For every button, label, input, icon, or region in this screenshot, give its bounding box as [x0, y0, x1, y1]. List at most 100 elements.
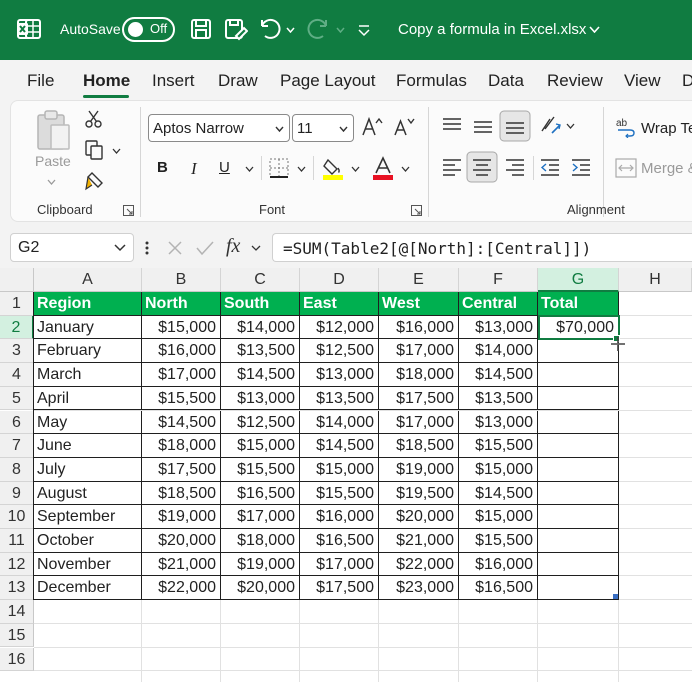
paste-icon[interactable] — [33, 109, 73, 153]
value-cell[interactable]: $12,500 — [300, 339, 379, 364]
top-align-icon[interactable] — [441, 115, 463, 137]
font-color-dropdown-icon[interactable] — [401, 166, 410, 172]
font-launcher-icon[interactable] — [411, 205, 422, 216]
value-cell[interactable]: $18,000 — [142, 434, 221, 458]
value-cell[interactable]: $15,500 — [300, 481, 379, 506]
table-header-cell[interactable]: West — [379, 292, 459, 316]
tab-home[interactable]: Home — [83, 71, 130, 91]
title-dropdown-icon[interactable] — [589, 26, 600, 33]
wrap-text-button[interactable]: Wrap Te — [641, 120, 692, 137]
row-header-15[interactable]: 15 — [0, 623, 34, 648]
value-cell[interactable]: $13,500 — [300, 386, 379, 411]
active-cell-border[interactable] — [538, 314, 620, 341]
cancel-icon[interactable] — [166, 239, 184, 257]
value-cell[interactable]: $17,000 — [221, 505, 300, 529]
redo-dropdown-icon[interactable] — [336, 27, 345, 33]
column-header-e[interactable]: E — [379, 268, 459, 292]
row-header-4[interactable]: 4 — [0, 363, 34, 387]
cut-icon[interactable] — [84, 109, 104, 129]
value-cell[interactable] — [538, 552, 619, 577]
value-cell[interactable]: $17,000 — [379, 339, 459, 364]
value-cell[interactable]: $15,000 — [459, 457, 538, 482]
row-header-2[interactable]: 2 — [0, 315, 34, 340]
table-header-cell[interactable]: Central — [459, 292, 538, 316]
row-header-1[interactable]: 1 — [0, 292, 34, 316]
region-cell[interactable]: July — [34, 457, 142, 482]
select-all-corner[interactable] — [0, 268, 34, 292]
value-cell[interactable]: $15,000 — [459, 505, 538, 529]
tab-page-layout[interactable]: Page Layout — [280, 71, 375, 91]
value-cell[interactable]: $18,000 — [221, 529, 300, 553]
value-cell[interactable]: $14,000 — [221, 315, 300, 340]
column-header-f[interactable]: F — [459, 268, 538, 292]
paste-label[interactable]: Paste — [35, 153, 71, 169]
row-header-14[interactable]: 14 — [0, 600, 34, 624]
italic-button[interactable]: I — [191, 159, 197, 179]
row-header-12[interactable]: 12 — [0, 552, 34, 577]
value-cell[interactable]: $16,000 — [300, 505, 379, 529]
row-header-11[interactable]: 11 — [0, 529, 34, 553]
bottom-align-icon[interactable] — [499, 110, 531, 142]
table-header-cell[interactable]: Region — [34, 292, 142, 316]
fill-color-icon[interactable] — [321, 156, 345, 180]
value-cell[interactable]: $14,500 — [459, 363, 538, 387]
name-box[interactable]: G2 — [10, 233, 134, 262]
value-cell[interactable] — [538, 410, 619, 435]
value-cell[interactable] — [538, 457, 619, 482]
orientation-dropdown-icon[interactable] — [566, 123, 575, 129]
value-cell[interactable]: $13,500 — [221, 339, 300, 364]
customize-toolbar-icon[interactable] — [354, 16, 374, 42]
increase-indent-icon[interactable] — [570, 156, 592, 178]
align-left-icon[interactable] — [441, 156, 463, 178]
value-cell[interactable]: $23,000 — [379, 576, 459, 601]
value-cell[interactable]: $19,500 — [379, 481, 459, 506]
decrease-indent-icon[interactable] — [539, 156, 561, 178]
value-cell[interactable]: $12,000 — [300, 315, 379, 340]
tab-developer[interactable]: D — [682, 71, 692, 91]
redo-icon[interactable] — [306, 16, 332, 42]
column-header-a[interactable]: A — [34, 268, 142, 292]
row-header-10[interactable]: 10 — [0, 505, 34, 529]
region-cell[interactable]: December — [34, 576, 142, 601]
value-cell[interactable] — [538, 576, 619, 601]
column-header-b[interactable]: B — [142, 268, 221, 292]
undo-dropdown-icon[interactable] — [286, 27, 295, 33]
tab-file[interactable]: File — [27, 71, 54, 91]
borders-icon[interactable] — [268, 157, 290, 179]
column-header-d[interactable]: D — [300, 268, 379, 292]
tab-data[interactable]: Data — [488, 71, 524, 91]
value-cell[interactable]: $15,000 — [300, 457, 379, 482]
paste-dropdown-icon[interactable] — [47, 179, 56, 185]
value-cell[interactable] — [538, 363, 619, 387]
value-cell[interactable]: $19,000 — [221, 552, 300, 577]
save-icon[interactable] — [188, 16, 214, 42]
region-cell[interactable]: November — [34, 552, 142, 577]
value-cell[interactable]: $18,500 — [379, 434, 459, 458]
value-cell[interactable]: $14,500 — [300, 434, 379, 458]
value-cell[interactable]: $15,500 — [142, 386, 221, 411]
column-header-h[interactable]: H — [619, 268, 692, 292]
document-title[interactable]: Copy a formula in Excel.xlsx — [398, 21, 586, 38]
value-cell[interactable] — [538, 339, 619, 364]
value-cell[interactable]: $13,000 — [459, 315, 538, 340]
value-cell[interactable]: $15,500 — [459, 434, 538, 458]
autosave-toggle[interactable]: Off — [122, 17, 175, 42]
row-header-5[interactable]: 5 — [0, 386, 34, 411]
font-name-select[interactable]: Aptos Narrow — [148, 114, 290, 142]
value-cell[interactable] — [538, 386, 619, 411]
value-cell[interactable] — [538, 481, 619, 506]
column-header-g[interactable]: G — [538, 268, 619, 292]
wrap-text-icon[interactable]: ab — [615, 116, 637, 138]
bold-button[interactable]: B — [157, 159, 168, 176]
value-cell[interactable]: $17,000 — [142, 363, 221, 387]
value-cell[interactable]: $20,000 — [379, 505, 459, 529]
value-cell[interactable]: $13,500 — [459, 386, 538, 411]
value-cell[interactable]: $16,000 — [379, 315, 459, 340]
value-cell[interactable]: $12,500 — [221, 410, 300, 435]
row-header-9[interactable]: 9 — [0, 481, 34, 506]
region-cell[interactable]: June — [34, 434, 142, 458]
region-cell[interactable]: January — [34, 315, 142, 340]
value-cell[interactable]: $17,500 — [142, 457, 221, 482]
region-cell[interactable]: September — [34, 505, 142, 529]
font-size-select[interactable]: 11 — [292, 114, 354, 142]
